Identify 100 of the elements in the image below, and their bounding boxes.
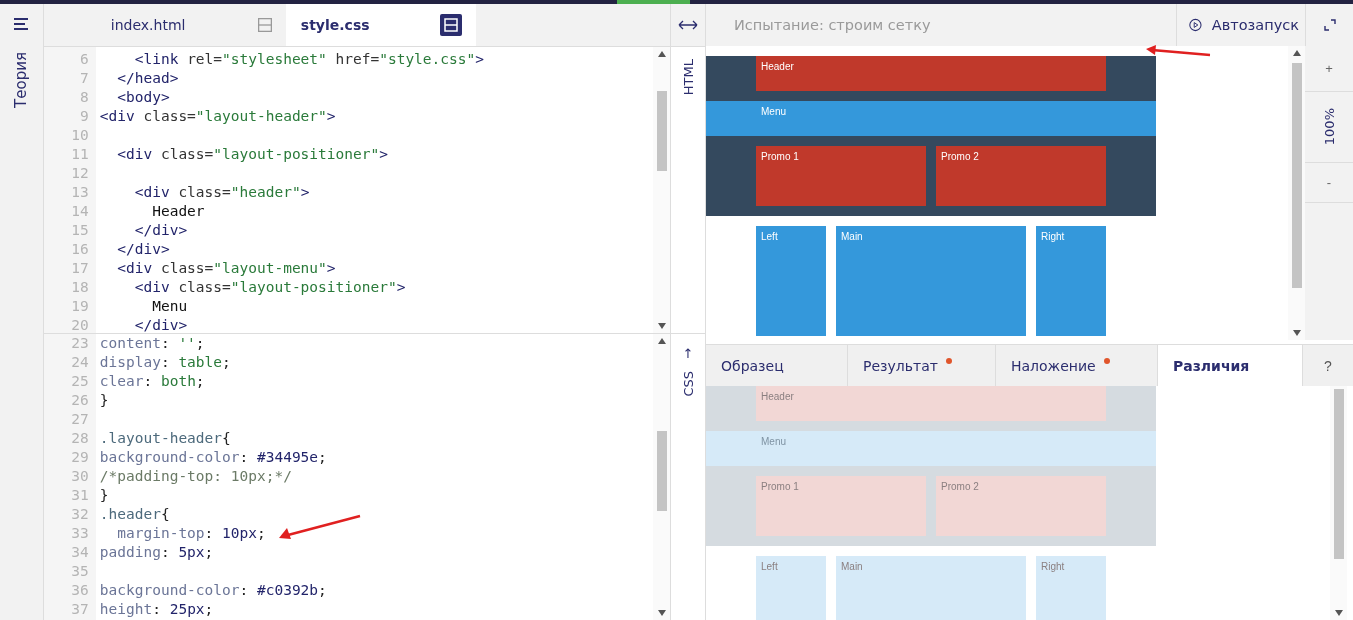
header-block: Header: [756, 386, 1106, 421]
expand-icon: [1323, 19, 1336, 31]
css-label[interactable]: CSS: [680, 371, 696, 397]
code-line: clear: both;: [99, 372, 205, 391]
view-tab[interactable]: Результат: [848, 345, 996, 386]
line-number: 16: [70, 240, 90, 259]
play-icon: [1189, 17, 1202, 33]
code-line: background-color: #34495e;: [99, 448, 327, 467]
header-block: Header: [756, 56, 1106, 91]
scroll-down-icon[interactable]: [1292, 330, 1301, 336]
promo-block: Promo 2: [936, 476, 1106, 536]
line-number: 15: [70, 221, 90, 240]
view-tab[interactable]: Образец: [706, 345, 848, 386]
line-number: 35: [70, 562, 90, 581]
line-number: 27: [70, 410, 90, 429]
code-line: height: 25px;: [99, 600, 214, 619]
code-line: <div class="header">: [133, 183, 310, 202]
scroll-up-icon[interactable]: [657, 51, 666, 57]
line-number: 7: [79, 69, 90, 88]
column-block: Left: [756, 226, 826, 336]
resize-icon[interactable]: [678, 20, 699, 30]
line-number: 18: [70, 278, 90, 297]
code-line: <div class="layout-header">: [99, 107, 336, 126]
code-line: padding: 5px;: [99, 543, 214, 562]
line-number: 32: [70, 505, 90, 524]
scroll-up-icon[interactable]: [657, 338, 666, 344]
code-line: .header{: [99, 505, 170, 524]
scrollbar[interactable]: [653, 47, 671, 333]
line-number: 36: [70, 581, 90, 600]
code-line: Header: [151, 202, 205, 221]
scroll-down-icon[interactable]: [1334, 610, 1343, 616]
scroll-thumb[interactable]: [1292, 63, 1302, 288]
code-line: <link rel="stylesheet" href="style.css">: [133, 50, 484, 69]
code-line: <body>: [116, 88, 170, 107]
collapse-arrow[interactable]: ↑: [682, 346, 694, 361]
line-number: 28: [70, 429, 90, 448]
code-line: Menu: [151, 297, 188, 316]
line-number: 33: [70, 524, 90, 543]
code-line: }: [99, 391, 109, 410]
line-number: 30: [70, 467, 90, 486]
line-number: 11: [70, 145, 90, 164]
scroll-up-icon[interactable]: [1292, 50, 1301, 56]
help-button[interactable]: ?: [1303, 345, 1353, 386]
theory-tab[interactable]: Теория: [12, 52, 31, 108]
promo-block: Promo 1: [756, 476, 926, 536]
scroll-thumb[interactable]: [657, 431, 668, 511]
menu-block: Menu: [706, 431, 1156, 466]
line-number: 14: [70, 202, 90, 221]
menu-icon[interactable]: [14, 18, 29, 30]
code-line: /*padding-top: 10px;*/: [99, 467, 292, 486]
line-number: 6: [79, 50, 90, 69]
code-line: <div class="layout-positioner">: [116, 145, 388, 164]
line-number: 20: [70, 316, 90, 333]
column-block: Right: [1036, 556, 1106, 620]
promo-block: Promo 1: [756, 146, 926, 206]
line-number: 13: [70, 183, 90, 202]
scroll-thumb[interactable]: [1334, 389, 1344, 559]
split-view-icon[interactable]: [439, 14, 462, 36]
code-line: .layout-header{: [99, 429, 231, 448]
code-line: background-color: #c0392b;: [99, 581, 327, 600]
zoom-level: 100%: [1321, 108, 1337, 146]
line-number: 26: [70, 391, 90, 410]
scroll-down-icon[interactable]: [657, 323, 666, 329]
view-tab[interactable]: Наложение: [996, 345, 1158, 386]
column-block: Main: [836, 556, 1026, 620]
code-line: margin-top: 10px;: [116, 524, 266, 543]
line-number: 34: [70, 543, 90, 562]
column-block: Main: [836, 226, 1026, 336]
line-number: 23: [70, 334, 90, 353]
code-line: <div class="layout-positioner">: [133, 278, 406, 297]
line-number: 24: [70, 353, 90, 372]
line-number: 31: [70, 486, 90, 505]
menu-block: Menu: [706, 101, 1156, 136]
line-number: 12: [70, 164, 90, 183]
code-line: <div class="layout-menu">: [116, 259, 336, 278]
scrollbar[interactable]: [1330, 386, 1347, 620]
scroll-thumb[interactable]: [657, 91, 668, 171]
promo-block: Promo 2: [936, 146, 1106, 206]
line-number: 37: [70, 600, 90, 619]
file-tab[interactable]: style.css: [285, 4, 476, 46]
scrollbar[interactable]: [653, 334, 671, 620]
code-line: </div>: [133, 316, 188, 333]
code-line: content: '';: [99, 334, 205, 353]
code-line: </head>: [116, 69, 179, 88]
line-number: 25: [70, 372, 90, 391]
task-title: Испытание: строим сетку: [733, 17, 932, 33]
code-line: </div>: [116, 240, 170, 259]
html-label[interactable]: HTML: [680, 59, 696, 96]
scroll-down-icon[interactable]: [657, 610, 666, 616]
line-number: 8: [79, 88, 90, 107]
code-line: display: table;: [99, 353, 231, 372]
line-number: 29: [70, 448, 90, 467]
code-line: }: [99, 486, 109, 505]
line-number: 9: [79, 107, 90, 126]
column-block: Right: [1036, 226, 1106, 336]
line-number: 19: [70, 297, 90, 316]
column-block: Left: [756, 556, 826, 620]
line-number: 10: [70, 126, 90, 145]
scrollbar[interactable]: [1288, 46, 1305, 340]
line-number: 17: [70, 259, 90, 278]
